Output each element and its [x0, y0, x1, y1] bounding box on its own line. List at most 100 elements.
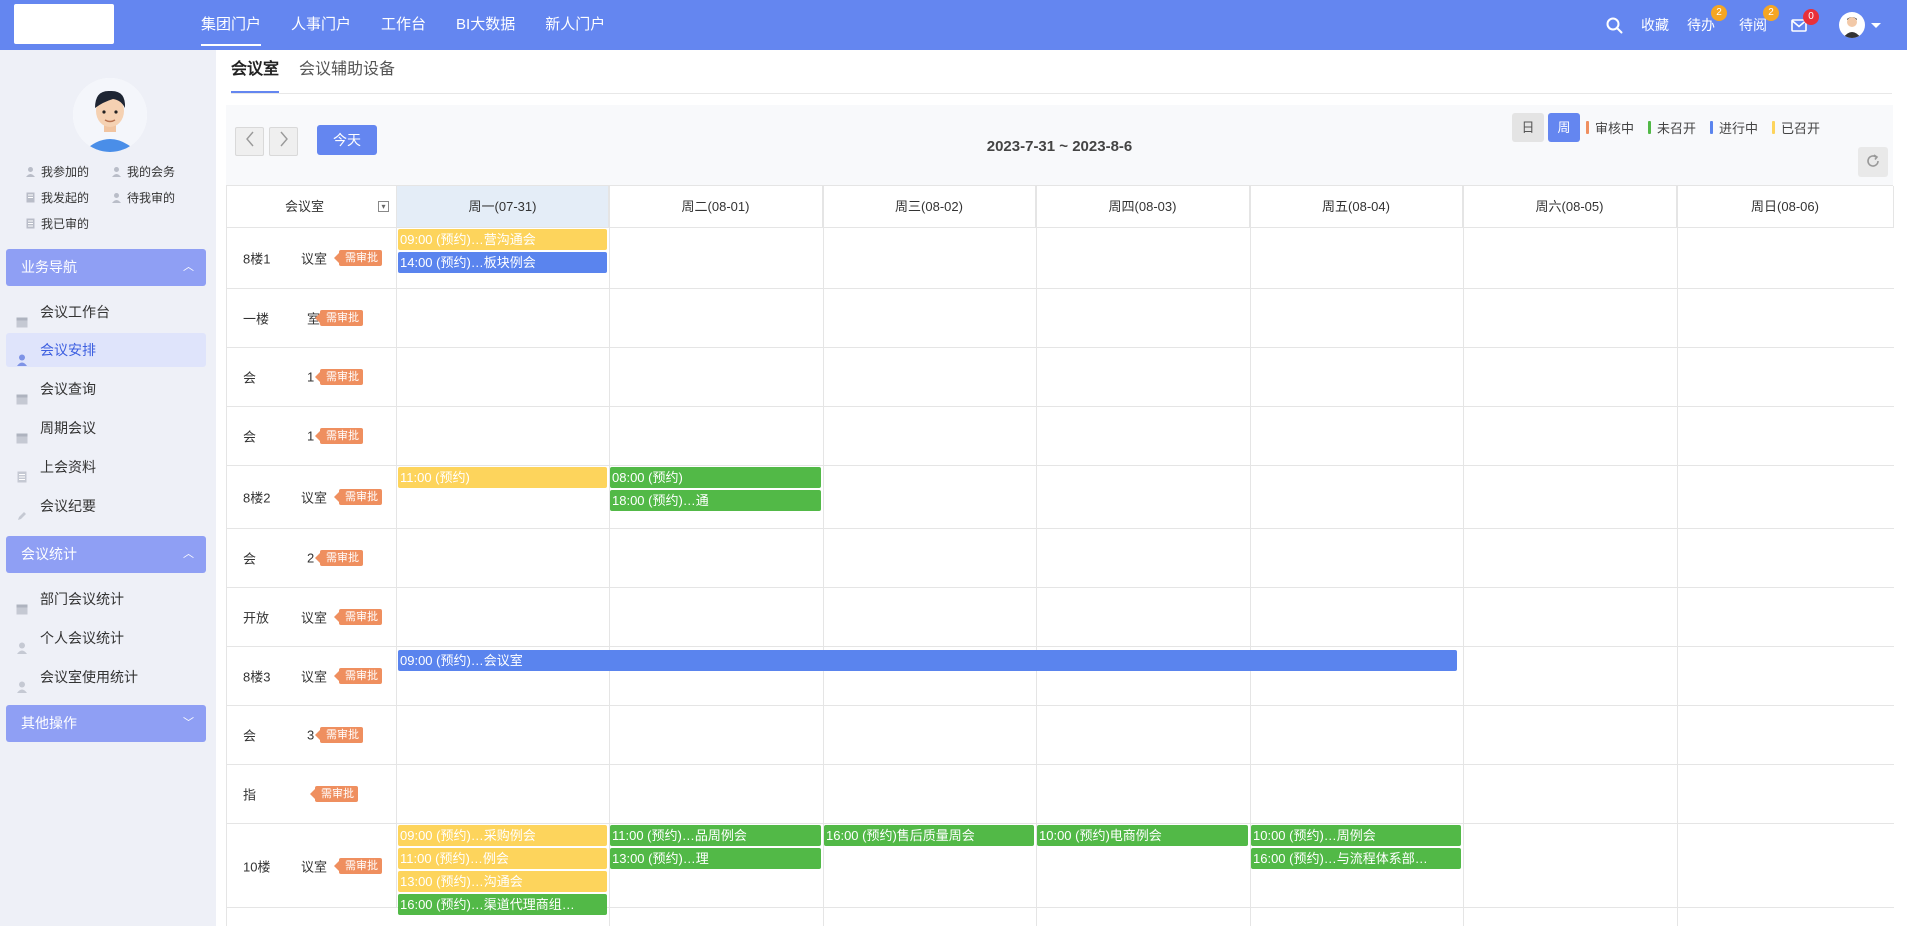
day-header[interactable]: 周二(08-01) — [609, 186, 823, 228]
calendar-icon — [16, 422, 28, 444]
room-label[interactable]: 会 1 需审批 — [227, 407, 397, 465]
menu-room-usage-stats[interactable]: 会议室使用统计 — [6, 660, 206, 694]
meeting-event[interactable]: 16:00 (预约)…与流程体系部… — [1251, 848, 1461, 869]
room-name-suffix: 议室 — [301, 669, 328, 685]
meeting-event[interactable]: 09:00 (预约)…营沟通会 — [398, 229, 607, 250]
nav-bi-data[interactable]: BI大数据 — [441, 0, 530, 50]
legend-label: 已召开 — [1781, 121, 1821, 136]
status-legend: 审核中 未召开 进行中 已召开 — [1586, 113, 1820, 142]
tab-meeting-equipment[interactable]: 会议辅助设备 — [299, 50, 395, 94]
menu-meeting-arrangement[interactable]: 会议安排 — [6, 333, 206, 367]
meeting-event[interactable]: 09:00 (预约)…采购例会 — [398, 825, 607, 846]
list-icon — [25, 218, 36, 229]
meeting-event[interactable]: 18:00 (预约)…通 — [610, 490, 821, 511]
room-name: 8楼2 — [243, 490, 271, 506]
room-label[interactable]: 会 3 需审批 — [227, 706, 397, 764]
meeting-event[interactable]: 08:00 (预约) — [610, 467, 821, 488]
meeting-event[interactable]: 13:00 (预约)…理 — [610, 848, 821, 869]
column-divider — [1677, 186, 1678, 926]
room-row: 会 1 需审批 — [227, 348, 1894, 407]
chevron-up-icon: ︿ — [183, 548, 194, 560]
day-header[interactable]: 周日(08-06) — [1677, 186, 1894, 228]
group-title: 会议统计 — [21, 546, 77, 562]
pencil-icon — [16, 500, 28, 520]
company-logo[interactable] — [14, 4, 114, 44]
nav-hr-portal[interactable]: 人事门户 — [276, 0, 366, 50]
quick-link-reviewed[interactable]: 我已审的 — [25, 215, 89, 232]
room-label[interactable]: 指 需审批 — [227, 765, 397, 823]
menu-dept-meeting-stats[interactable]: 部门会议统计 — [6, 582, 206, 616]
calendar-icon — [16, 383, 28, 405]
approval-required-badge: 需审批 — [315, 727, 363, 743]
quick-link-participating[interactable]: 我参加的 — [25, 163, 89, 180]
nav-workbench[interactable]: 工作台 — [366, 0, 441, 50]
chevron-down-icon — [1871, 22, 1881, 28]
group-title: 其他操作 — [21, 715, 77, 731]
menu-meeting-minutes[interactable]: 会议纪要 — [6, 489, 206, 523]
quick-link-my-services[interactable]: 我的会务 — [111, 163, 175, 180]
profile-avatar[interactable] — [73, 78, 147, 152]
toread-link[interactable]: 待阅 2 — [1739, 5, 1779, 35]
room-name: 会 — [243, 370, 257, 386]
room-label[interactable]: 8楼2 议室 需审批 — [227, 466, 397, 528]
favorites-link[interactable]: 收藏 — [1641, 15, 1669, 35]
day-header[interactable]: 周五(08-04) — [1250, 186, 1463, 228]
room-row: 会 1 需审批 — [227, 407, 1894, 466]
nav-newcomer-portal[interactable]: 新人门户 — [530, 0, 620, 50]
legend-swatch — [1772, 121, 1776, 134]
refresh-button[interactable] — [1858, 147, 1888, 177]
todo-link[interactable]: 待办 2 — [1687, 5, 1727, 35]
chevron-down-icon: ﹀ — [183, 717, 194, 729]
column-divider — [823, 186, 824, 926]
meeting-event[interactable]: 11:00 (预约)…例会 — [398, 848, 607, 869]
menu-meeting-materials[interactable]: 上会资料 — [6, 450, 206, 484]
menu-meeting-query[interactable]: 会议查询 — [6, 372, 206, 406]
room-label[interactable]: 会 2 需审批 — [227, 529, 397, 587]
room-label[interactable]: 开放 议室 需审批 — [227, 588, 397, 646]
group-meeting-stats[interactable]: 会议统计 ︿ — [6, 536, 206, 573]
room-label[interactable]: 会 1 需审批 — [227, 348, 397, 406]
room-label[interactable]: 一楼室需审批 — [227, 289, 397, 347]
meeting-event[interactable]: 11:00 (预约)…品周例会 — [610, 825, 821, 846]
user-menu[interactable] — [1839, 12, 1881, 38]
meeting-event[interactable]: 16:00 (预约)…渠道代理商组… — [398, 894, 607, 915]
group-business-nav[interactable]: 业务导航 ︿ — [6, 249, 206, 286]
day-header[interactable]: 周六(08-05) — [1463, 186, 1677, 228]
group-other-actions[interactable]: 其他操作 ﹀ — [6, 705, 206, 742]
mail-icon[interactable]: 0 — [1791, 8, 1819, 32]
meeting-event[interactable]: 10:00 (预约)电商例会 — [1037, 825, 1248, 846]
meeting-event[interactable]: 16:00 (预约)售后质量周会 — [824, 825, 1034, 846]
room-header-label: 会议室 — [285, 199, 325, 214]
room-row: 指 需审批 — [227, 765, 1894, 824]
room-name: 8楼3 — [243, 669, 271, 685]
mail-count-badge: 0 — [1803, 8, 1819, 25]
meeting-event[interactable]: 11:00 (预约) — [398, 467, 607, 488]
tab-meeting-room[interactable]: 会议室 — [231, 50, 280, 94]
nav-group-portal[interactable]: 集团门户 — [186, 0, 276, 50]
menu-recurring-meeting[interactable]: 周期会议 — [6, 411, 206, 445]
day-header[interactable]: 周三(08-02) — [823, 186, 1036, 228]
menu-meeting-workbench[interactable]: 会议工作台 — [6, 295, 206, 329]
day-view-button[interactable]: 日 — [1512, 113, 1544, 142]
meeting-event[interactable]: 14:00 (预约)…板块例会 — [398, 252, 607, 273]
room-name-suffix: 1 — [307, 369, 315, 385]
day-header[interactable]: 周四(08-03) — [1036, 186, 1250, 228]
meeting-event-multi-day[interactable]: 09:00 (预约)…会议室 — [398, 650, 1457, 671]
day-header[interactable]: 周一(07-31) — [397, 186, 609, 228]
room-label[interactable]: 10楼 议室 需审批 — [227, 824, 397, 907]
quick-link-pending-review[interactable]: 待我审的 — [111, 189, 175, 206]
legend-label: 进行中 — [1719, 121, 1759, 136]
approval-required-badge: 需审批 — [334, 668, 382, 684]
search-icon[interactable] — [1606, 17, 1623, 34]
menu-personal-meeting-stats[interactable]: 个人会议统计 — [6, 621, 206, 655]
top-nav: 集团门户 人事门户 工作台 BI大数据 新人门户 — [186, 0, 620, 50]
filter-icon[interactable]: ▾ — [378, 201, 389, 212]
room-label[interactable]: 8楼3 议室 需审批 — [227, 647, 397, 705]
column-divider — [1036, 186, 1037, 926]
room-row: 开放 议室 需审批 — [227, 588, 1894, 647]
meeting-event[interactable]: 10:00 (预约)…周例会 — [1251, 825, 1461, 846]
week-view-button[interactable]: 周 — [1548, 113, 1580, 142]
quick-link-initiated[interactable]: 我发起的 — [25, 189, 89, 206]
room-label[interactable]: 8楼1 议室 需审批 — [227, 228, 397, 288]
meeting-event[interactable]: 13:00 (预约)…沟通会 — [398, 871, 607, 892]
